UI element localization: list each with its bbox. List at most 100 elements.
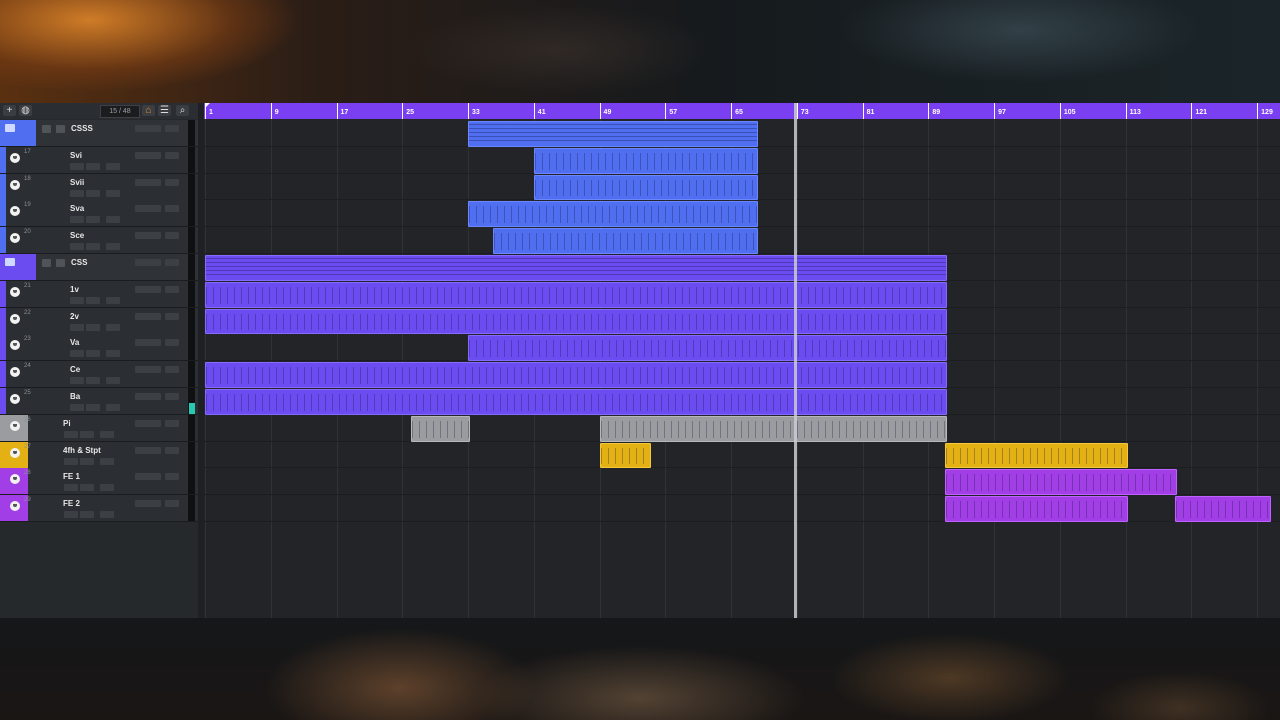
solo-button[interactable] (86, 350, 100, 358)
track-name[interactable]: Sce (70, 231, 84, 240)
midi-clip[interactable] (468, 201, 758, 228)
track-header-4fh-stpt[interactable]: 27 4fh & Stpt (0, 441, 198, 469)
lane-button[interactable] (106, 216, 120, 224)
mute-button[interactable] (64, 511, 78, 519)
track-name[interactable]: Pi (63, 419, 71, 428)
solo-button[interactable] (86, 404, 100, 411)
globe-icon[interactable]: ◍ (19, 105, 32, 116)
track-header-1v[interactable]: 21 1v (0, 280, 198, 308)
record-monitor-controls[interactable] (135, 125, 161, 132)
midi-clip[interactable] (533, 174, 758, 201)
track-edit-button[interactable] (165, 419, 179, 427)
solo-button[interactable] (86, 296, 100, 304)
track-name[interactable]: 2v (70, 312, 79, 321)
record-monitor-controls[interactable] (135, 473, 161, 481)
playhead-cursor[interactable] (793, 103, 797, 618)
track-name[interactable]: FE 1 (63, 472, 80, 481)
midi-clip[interactable] (205, 281, 947, 308)
solo-button[interactable] (56, 125, 65, 133)
midi-clip[interactable] (1174, 496, 1272, 522)
solo-button[interactable] (80, 457, 94, 465)
track-header-2v[interactable]: 22 2v (0, 307, 198, 335)
record-monitor-controls[interactable] (135, 366, 161, 374)
record-monitor-controls[interactable] (135, 446, 161, 454)
midi-clip[interactable] (410, 415, 471, 442)
record-monitor-controls[interactable] (135, 205, 161, 213)
mute-button[interactable] (70, 162, 84, 170)
mute-button[interactable] (70, 323, 84, 331)
midi-clip[interactable] (944, 442, 1128, 469)
track-name[interactable]: 1v (70, 285, 79, 294)
lane-button[interactable] (106, 404, 120, 411)
search-icon[interactable]: ⌕ (176, 105, 189, 116)
track-header-css[interactable]: CSS (0, 254, 198, 281)
track-name[interactable]: Va (70, 338, 79, 347)
track-edit-button[interactable] (165, 366, 179, 374)
arrange-view[interactable]: 1 9 17 25 33 41 49 57 65 73 81 89 97 105 113 121 129 (204, 103, 1280, 618)
midi-clip[interactable] (599, 415, 947, 442)
track-edit-button[interactable] (165, 205, 179, 213)
track-edit-button[interactable] (165, 446, 179, 454)
track-edit-button[interactable] (165, 473, 179, 481)
track-edit-button[interactable] (165, 312, 179, 320)
lane-button[interactable] (106, 350, 120, 358)
record-monitor-controls[interactable] (135, 232, 161, 240)
midi-clip[interactable] (205, 362, 947, 388)
track-edit-button[interactable] (165, 232, 179, 240)
track-name[interactable]: Sva (70, 204, 84, 213)
track-edit-button[interactable] (165, 178, 179, 186)
record-monitor-controls[interactable] (135, 259, 161, 266)
solo-button[interactable] (56, 259, 65, 267)
record-monitor-controls[interactable] (135, 393, 161, 400)
track-name[interactable]: Svi (70, 151, 82, 160)
mute-button[interactable] (70, 189, 84, 197)
midi-clip[interactable] (468, 335, 947, 362)
mute-button[interactable] (70, 296, 84, 304)
solo-button[interactable] (86, 216, 100, 224)
track-name[interactable]: CSSS (71, 124, 93, 133)
track-name[interactable]: Ba (70, 392, 80, 401)
solo-button[interactable] (80, 430, 94, 438)
track-header-sce[interactable]: 20 Sce (0, 227, 198, 255)
track-name[interactable]: Svii (70, 178, 84, 187)
midi-clip[interactable] (205, 308, 947, 335)
midi-clip[interactable] (492, 228, 758, 254)
midi-clip[interactable] (944, 496, 1128, 522)
track-header-fe-2[interactable]: 29 FE 2 (0, 495, 198, 523)
mute-button[interactable] (64, 430, 78, 438)
track-header-svi[interactable]: 17 Svi (0, 146, 198, 174)
record-monitor-controls[interactable] (135, 419, 161, 427)
track-header-fe-1[interactable]: 28 FE 1 (0, 468, 198, 496)
folder-icon[interactable] (5, 258, 15, 266)
lane-button[interactable] (100, 430, 114, 438)
track-edit-button[interactable] (165, 285, 179, 293)
lane-button[interactable] (106, 377, 120, 385)
track-header-svii[interactable]: 18 Svii (0, 173, 198, 201)
track-header-ba[interactable]: 25 Ba (0, 388, 198, 415)
solo-button[interactable] (80, 484, 94, 492)
record-monitor-controls[interactable] (135, 151, 161, 159)
track-name[interactable]: FE 2 (63, 499, 80, 508)
track-header-csss[interactable]: CSSS (0, 120, 198, 147)
midi-clip[interactable] (533, 147, 758, 174)
solo-button[interactable] (86, 189, 100, 197)
midi-clip[interactable] (205, 389, 947, 415)
midi-clip[interactable] (468, 121, 758, 147)
timeline-ruler[interactable]: 1 9 17 25 33 41 49 57 65 73 81 89 97 105 113 121 129 (204, 103, 1280, 119)
track-edit-button[interactable] (165, 393, 179, 400)
track-edit-button[interactable] (165, 339, 179, 347)
track-name[interactable]: Ce (70, 365, 80, 374)
lane-button[interactable] (106, 189, 120, 197)
home-icon[interactable]: ⌂ (142, 105, 155, 116)
plus-icon[interactable]: + (3, 105, 16, 116)
lane-button[interactable] (106, 296, 120, 304)
midi-clip[interactable] (205, 255, 947, 281)
midi-clip[interactable] (944, 469, 1177, 496)
mute-button[interactable] (64, 484, 78, 492)
mute-button[interactable] (70, 216, 84, 224)
solo-button[interactable] (86, 377, 100, 385)
track-edit-button[interactable] (165, 125, 179, 132)
solo-button[interactable] (86, 323, 100, 331)
lane-button[interactable] (100, 457, 114, 465)
record-monitor-controls[interactable] (135, 312, 161, 320)
